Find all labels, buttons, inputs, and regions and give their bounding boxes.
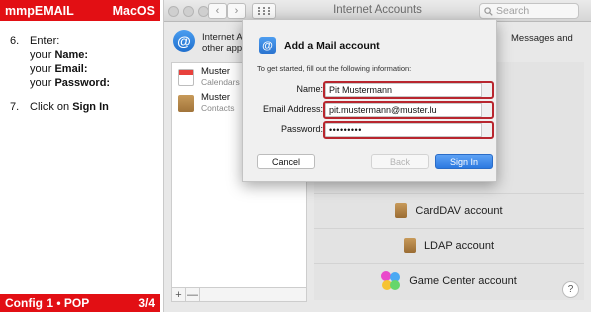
help-button[interactable]: ? xyxy=(562,281,579,298)
step-keyword-name: Name: xyxy=(54,49,89,61)
step-text: your xyxy=(30,49,55,61)
step-keyword-sign-in: Sign In xyxy=(72,101,109,113)
guide-header-title: mmpEMAIL xyxy=(5,3,74,18)
game-center-icon xyxy=(381,270,401,291)
search-placeholder: Search xyxy=(496,5,530,17)
internet-accounts-icon: @ xyxy=(173,30,195,52)
account-name: Muster xyxy=(201,92,231,103)
sign-in-button[interactable]: Sign In xyxy=(435,154,493,169)
account-name: Muster xyxy=(201,66,231,77)
instruction-panel: mmpEMAIL MacOS 6. Enter: your Name: your … xyxy=(0,0,160,312)
step-7: 7. Click on Sign In xyxy=(10,100,109,114)
provider-label: Game Center account xyxy=(409,274,517,287)
contacts-icon xyxy=(395,203,408,218)
intro-text-line3: Messages and xyxy=(511,33,573,44)
dialog-title: Add a Mail account xyxy=(284,40,380,52)
list-controls: + — xyxy=(171,288,307,302)
provider-game-center[interactable]: Game Center account xyxy=(314,263,584,297)
account-type: Contacts xyxy=(201,103,235,113)
name-field[interactable] xyxy=(325,83,482,97)
search-icon xyxy=(484,6,493,16)
contacts-icon xyxy=(403,238,416,253)
email-field[interactable] xyxy=(325,103,482,117)
provider-label: CardDAV account xyxy=(415,204,503,217)
step-text: your xyxy=(30,63,55,75)
guide-footer-config: Config 1 • POP xyxy=(5,296,90,310)
step-text: Click on xyxy=(30,101,73,113)
guide-page-number: 3/4 xyxy=(138,296,155,310)
at-sign-icon: @ xyxy=(259,37,276,54)
provider-ldap[interactable]: LDAP account xyxy=(314,228,584,262)
cancel-button[interactable]: Cancel xyxy=(257,154,315,169)
title-bar: ‹ › Internet Accounts Search xyxy=(164,0,591,22)
intro-text-line1: Internet Ac xyxy=(202,32,248,43)
contacts-icon xyxy=(178,95,194,112)
step-keyword-password: Password: xyxy=(54,77,111,89)
remove-account-button[interactable]: — xyxy=(186,288,200,301)
step-keyword-email: Email: xyxy=(54,63,88,75)
calendar-icon xyxy=(178,69,194,86)
guide-footer: Config 1 • POP 3/4 xyxy=(0,294,160,312)
guide-header-os: MacOS xyxy=(112,3,155,18)
step-text: your xyxy=(30,77,55,89)
provider-carddav[interactable]: CardDAV account xyxy=(314,193,584,227)
add-mail-account-dialog: @ Add a Mail account To get started, fil… xyxy=(242,20,497,182)
password-field[interactable] xyxy=(325,123,482,137)
password-label: Password: xyxy=(280,124,323,134)
search-field[interactable]: Search xyxy=(479,3,579,19)
back-button[interactable]: Back xyxy=(371,154,429,169)
provider-label: LDAP account xyxy=(423,239,495,252)
step-number: 6. xyxy=(10,35,20,47)
step-intro: Enter: xyxy=(30,35,60,47)
add-account-button[interactable]: + xyxy=(172,288,186,301)
step-number: 7. xyxy=(10,101,20,113)
dialog-hint: To get started, fill out the following i… xyxy=(257,64,412,73)
account-type: Calendars xyxy=(201,77,240,87)
guide-header: mmpEMAIL MacOS xyxy=(0,0,160,21)
intro-text-line2: other apps xyxy=(202,43,247,54)
name-label: Name: xyxy=(296,84,323,94)
email-label: Email Address: xyxy=(262,104,323,114)
step-6: 6. Enter: your Name: your Email: your Pas… xyxy=(10,34,110,90)
